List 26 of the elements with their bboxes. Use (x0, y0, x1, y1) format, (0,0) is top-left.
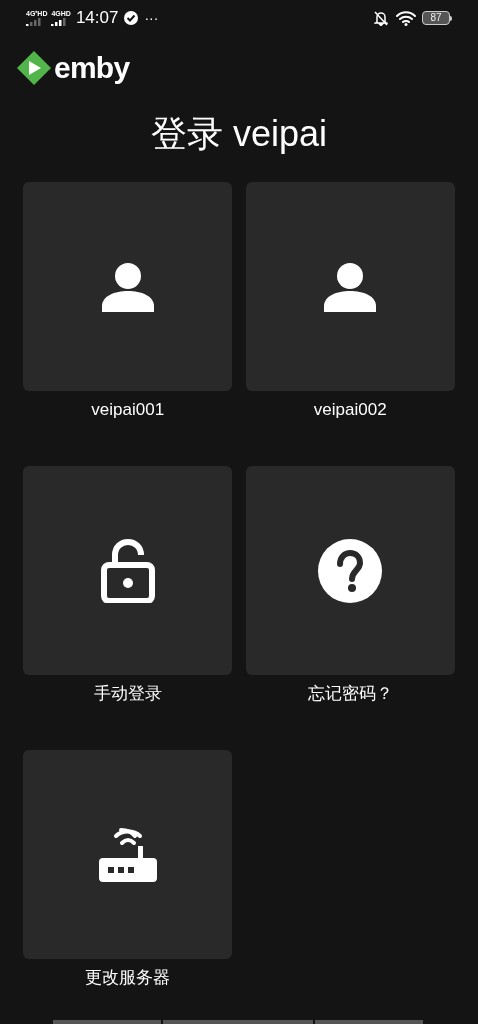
clock: 14:07 (75, 7, 119, 30)
person-icon (323, 261, 378, 312)
check-icon (124, 11, 139, 25)
signal-icon (51, 18, 68, 26)
open-lock-icon (100, 538, 155, 603)
tile-label: veipai002 (313, 399, 387, 421)
person-icon (100, 261, 155, 312)
tile-button[interactable] (23, 466, 233, 675)
page-title: 登录 veipai (149, 112, 329, 156)
tile-label: 忘记密码？ (307, 683, 393, 705)
question-icon (318, 538, 383, 603)
router-icon (97, 825, 158, 884)
more-indicator: ··· (144, 8, 159, 28)
logo-icon (16, 50, 52, 86)
muted-bell-icon (374, 10, 388, 26)
tile-label: veipai001 (91, 399, 165, 421)
wifi-icon (396, 10, 416, 26)
battery-indicator: 87 (422, 11, 450, 25)
tile-label: 更改服务器 (85, 967, 171, 989)
signal-icon (26, 18, 42, 26)
tile-button[interactable] (245, 466, 455, 675)
logo-text: emby (54, 53, 130, 83)
tile-label: 手动登录 (93, 683, 162, 705)
tile-button[interactable] (245, 182, 455, 391)
tile-button[interactable] (23, 750, 233, 959)
tile-button[interactable] (23, 182, 233, 391)
